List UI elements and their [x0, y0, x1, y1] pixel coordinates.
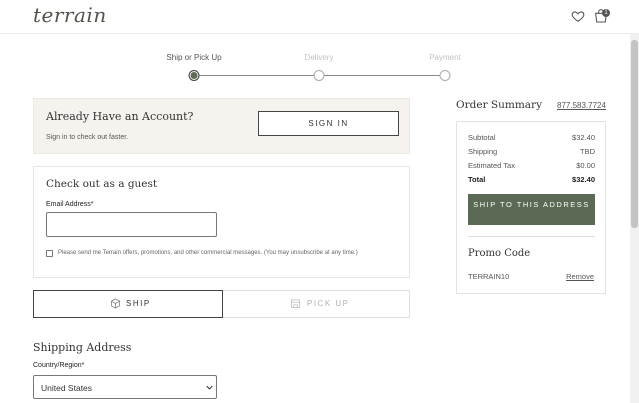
order-summary-title: Order Summary — [456, 99, 542, 111]
email-field[interactable] — [46, 212, 217, 237]
scrollbar-thumb[interactable] — [631, 40, 638, 228]
guest-title: Check out as a guest — [46, 178, 158, 190]
step-label-payment: Payment — [429, 53, 461, 62]
guest-checkout-panel: Check out as a guest Email Address* Plea… — [33, 166, 410, 278]
account-panel: Already Have an Account? Sign in to chec… — [33, 98, 410, 154]
step-label-delivery: Delivery — [304, 53, 334, 62]
order-summary-panel: Subtotal $32.40 Shipping TBD Estimated T… — [456, 121, 606, 294]
ship-to-address-button[interactable]: SHIP TO THIS ADDRESS — [468, 194, 595, 225]
summary-value: $32.40 — [572, 133, 595, 142]
summary-label: Estimated Tax — [468, 161, 515, 170]
summary-divider — [468, 236, 595, 237]
pickup-option-button[interactable]: PICK UP — [223, 291, 410, 317]
checkout-progress: Ship or Pick Up Delivery Payment — [150, 50, 470, 90]
cart-count-badge: 1 — [602, 9, 610, 17]
sign-in-button[interactable]: SIGN IN — [258, 111, 399, 136]
ship-option-button[interactable]: SHIP — [33, 290, 223, 318]
phone-link[interactable]: 877.583.7724 — [557, 101, 606, 110]
summary-value: $32.40 — [572, 175, 595, 184]
step-dot-delivery — [313, 70, 325, 81]
applied-promo-code: TERRAIN10 — [468, 272, 510, 281]
summary-value: $0.00 — [576, 161, 595, 170]
country-value: United States — [41, 383, 93, 393]
wishlist-heart-icon[interactable] — [571, 9, 585, 23]
box-icon — [111, 298, 120, 309]
summary-label: Subtotal — [468, 133, 496, 142]
country-select[interactable]: United States — [33, 375, 217, 399]
page-scrollbar[interactable] — [630, 34, 639, 403]
consent-text: Please send me Terrain offers, promotion… — [58, 250, 358, 256]
shipping-address-title: Shipping Address — [33, 341, 132, 354]
promo-code-title: Promo Code — [468, 248, 531, 259]
summary-row-shipping: Shipping TBD — [468, 147, 595, 156]
account-subtitle: Sign in to check out faster. — [46, 134, 129, 141]
chevron-down-icon — [206, 385, 213, 390]
step-label-ship: Ship or Pick Up — [166, 53, 222, 62]
email-label: Email Address* — [46, 201, 94, 208]
step-dot-ship — [188, 70, 200, 81]
account-title: Already Have an Account? — [46, 110, 194, 123]
pickup-option-label: PICK UP — [307, 299, 350, 308]
remove-promo-link[interactable]: Remove — [566, 272, 594, 281]
store-icon — [291, 299, 300, 308]
country-label: Country/Region* — [33, 362, 85, 369]
fulfillment-toggle: SHIP PICK UP — [33, 290, 410, 318]
marketing-consent-checkbox[interactable] — [46, 250, 53, 257]
summary-label: Total — [468, 175, 486, 184]
summary-label: Shipping — [468, 147, 498, 156]
terrain-logo[interactable]: terrain — [33, 3, 107, 27]
step-dot-payment — [439, 70, 451, 81]
summary-value: TBD — [580, 147, 595, 156]
summary-row-subtotal: Subtotal $32.40 — [468, 133, 595, 142]
summary-row-tax: Estimated Tax $0.00 — [468, 161, 595, 170]
summary-row-total: Total $32.40 — [468, 175, 595, 184]
site-header: terrain 1 — [0, 0, 639, 34]
ship-option-label: SHIP — [126, 299, 151, 308]
